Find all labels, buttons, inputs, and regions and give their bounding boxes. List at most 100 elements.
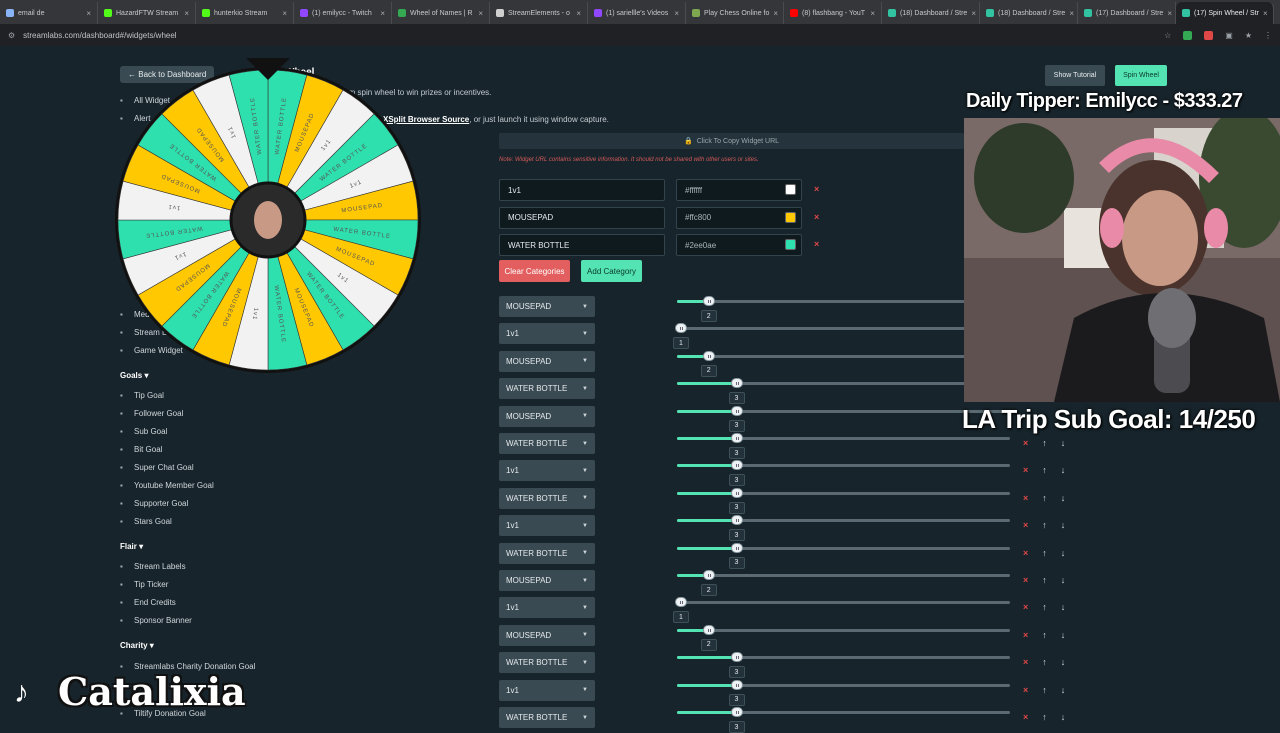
slice-category-select[interactable]: 1v1 ▼ [499,597,595,619]
extension-icon[interactable] [1183,30,1193,40]
tab-close-icon[interactable]: × [971,9,976,18]
remove-slice-icon[interactable]: × [1023,493,1028,503]
browser-tab[interactable]: hunterkio Stream × [196,2,294,24]
slice-category-select[interactable]: 1v1 ▼ [499,460,595,482]
bookmark-star-icon[interactable]: ☆ [1164,31,1171,40]
move-down-icon[interactable]: ↓ [1061,548,1066,558]
tab-close-icon[interactable]: × [576,9,581,18]
remove-category-icon[interactable]: × [814,212,819,222]
browser-tab[interactable]: HazardFTW Stream × [98,2,196,24]
remove-slice-icon[interactable]: × [1023,657,1028,667]
move-up-icon[interactable]: ↑ [1042,493,1047,503]
move-down-icon[interactable]: ↓ [1061,520,1066,530]
slider-handle[interactable] [730,679,743,690]
remove-slice-icon[interactable]: × [1023,685,1028,695]
slider-handle[interactable] [730,405,743,416]
move-down-icon[interactable]: ↓ [1061,657,1066,667]
tab-close-icon[interactable]: × [184,9,189,18]
remove-slice-icon[interactable]: × [1023,438,1028,448]
weight-slider[interactable] [677,624,1010,635]
move-up-icon[interactable]: ↑ [1042,438,1047,448]
browser-tab[interactable]: (17) Dashboard / Stre × [1078,2,1176,24]
show-tutorial-button[interactable]: Show Tutorial [1045,65,1105,86]
weight-slider[interactable] [677,515,1010,526]
slice-category-select[interactable]: WATER BOTTLE ▼ [499,433,595,454]
weight-slider[interactable] [675,597,1010,608]
clear-categories-button[interactable]: Clear Categories [499,260,570,282]
move-up-icon[interactable]: ↑ [1042,575,1047,585]
slice-category-select[interactable]: MOUSEPAD ▼ [499,350,595,372]
browser-tab[interactable]: (8) flashbang - YouT × [784,2,882,24]
move-down-icon[interactable]: ↓ [1061,602,1066,612]
slider-handle[interactable] [730,707,743,717]
sidebar-item[interactable]: ▪ Bit Goal [120,445,162,454]
move-up-icon[interactable]: ↑ [1042,712,1047,722]
category-color-input[interactable]: #ffc800 [676,206,802,229]
weight-slider[interactable] [677,542,1010,553]
browser-tab[interactable]: (18) Dashboard / Stre × [980,2,1078,24]
remove-slice-icon[interactable]: × [1023,602,1028,612]
move-up-icon[interactable]: ↑ [1042,630,1047,640]
browser-tab[interactable]: StreamElements - o × [490,2,588,24]
color-swatch[interactable] [785,211,796,223]
tab-close-icon[interactable]: × [86,9,91,18]
move-down-icon[interactable]: ↓ [1061,630,1066,640]
address-url[interactable]: streamlabs.com/dashboard#/widgets/wheel [23,31,176,40]
weight-slider[interactable] [677,570,1010,580]
sidebar-item[interactable]: ▪ Tip Ticker [120,580,168,589]
extensions-puzzle-icon[interactable]: ▣ [1225,31,1233,40]
move-down-icon[interactable]: ↓ [1061,465,1066,475]
tab-close-icon[interactable]: × [282,9,287,18]
move-up-icon[interactable]: ↑ [1042,520,1047,530]
browser-tab[interactable]: email de × [0,2,98,24]
category-color-input[interactable]: #2ee0ae [676,234,802,256]
weight-slider[interactable] [677,378,1010,389]
slider-handle[interactable] [702,350,715,361]
color-swatch[interactable] [785,184,796,195]
move-up-icon[interactable]: ↑ [1042,548,1047,558]
slider-handle[interactable] [730,460,743,471]
sidebar-section-heading[interactable]: Charity ▾ [120,641,154,650]
tab-close-icon[interactable]: × [478,9,483,18]
spin-wheel-button[interactable]: Spin Wheel [1115,65,1167,86]
weight-slider[interactable] [677,433,1010,443]
slice-category-select[interactable]: 1v1 ▼ [499,515,595,537]
remove-slice-icon[interactable]: × [1023,465,1028,475]
slice-category-select[interactable]: MOUSEPAD ▼ [499,405,595,427]
remove-category-icon[interactable]: × [814,239,819,249]
sidebar-item[interactable]: ▪ End Credits [120,598,176,607]
sidebar-item[interactable]: ▪ Super Chat Goal [120,463,194,472]
slice-category-select[interactable]: WATER BOTTLE ▼ [499,542,595,564]
widget-url-box[interactable]: 🔒 Click To Copy Widget URL [499,133,964,149]
move-down-icon[interactable]: ↓ [1061,493,1066,503]
category-name-input[interactable]: MOUSEPAD [499,206,665,229]
weight-slider[interactable] [677,707,1010,717]
move-up-icon[interactable]: ↑ [1042,602,1047,612]
weight-slider[interactable] [677,679,1010,690]
move-down-icon[interactable]: ↓ [1061,438,1066,448]
tab-close-icon[interactable]: × [380,9,385,18]
slider-handle[interactable] [730,433,743,443]
sidebar-item[interactable]: ▪ Stars Goal [120,517,172,526]
browser-tab[interactable]: Wheel of Names | R × [392,2,490,24]
tab-close-icon[interactable]: × [1263,9,1268,18]
category-name-input[interactable]: 1v1 [499,179,665,201]
weight-slider[interactable] [677,652,1010,663]
slider-handle[interactable] [702,296,715,306]
sidebar-item[interactable]: ▪ Stream Labels [120,562,186,571]
menu-dots-icon[interactable]: ⋮ [1264,31,1272,40]
remove-slice-icon[interactable]: × [1023,520,1028,530]
move-down-icon[interactable]: ↓ [1061,575,1066,585]
sidebar-item[interactable]: ▪ Tip Goal [120,391,164,400]
move-up-icon[interactable]: ↑ [1042,465,1047,475]
remove-slice-icon[interactable]: × [1023,575,1028,585]
tab-close-icon[interactable]: × [870,9,875,18]
tab-close-icon[interactable]: × [1167,9,1172,18]
remove-slice-icon[interactable]: × [1023,712,1028,722]
browser-tab[interactable]: (1) sariellle's Videos × [588,2,686,24]
sidebar-item[interactable]: ▪ Sponsor Banner [120,616,192,625]
weight-slider[interactable] [675,323,1010,334]
slice-category-select[interactable]: 1v1 ▼ [499,323,595,345]
weight-slider[interactable] [677,350,1010,361]
slice-category-select[interactable]: 1v1 ▼ [499,679,595,701]
